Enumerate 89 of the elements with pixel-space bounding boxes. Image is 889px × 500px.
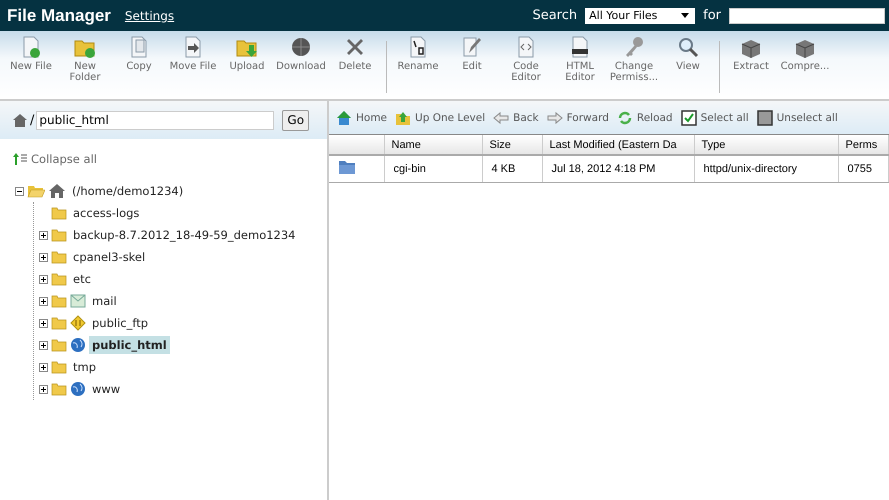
collapse-icon (13, 153, 27, 165)
home-icon (12, 112, 28, 128)
tree-item[interactable]: www (89, 380, 124, 398)
home-icon (48, 183, 66, 199)
toolbar-button[interactable]: View (661, 35, 715, 72)
toolbar-button[interactable]: Change Permiss... (607, 35, 661, 83)
nav-button[interactable]: Home (334, 110, 390, 126)
tree-item[interactable]: mail (89, 292, 120, 310)
folder-icon (51, 338, 67, 352)
folder-icon (338, 160, 356, 175)
tree-item[interactable]: cpanel3-skel (70, 248, 148, 266)
caret-icon (681, 13, 690, 18)
go-button[interactable]: Go (282, 110, 310, 130)
app-title: File Manager (7, 6, 111, 26)
table-cell: cgi-bin (384, 155, 482, 182)
search-field[interactable] (729, 8, 885, 24)
folder-icon (51, 206, 67, 220)
toolbar-button[interactable]: Code Editor (499, 35, 553, 83)
nav-button[interactable]: Forward (544, 110, 611, 126)
toolbar-button[interactable]: Edit (445, 35, 499, 72)
checkbox-icon (756, 110, 773, 126)
toolbar-button[interactable]: Rename (391, 35, 445, 72)
globe-icon (70, 337, 86, 353)
globe-icon (289, 35, 313, 59)
tree-toggle[interactable] (39, 274, 48, 284)
tree-toggle[interactable] (39, 296, 48, 306)
scope-dropdown[interactable]: All Your Files (585, 8, 696, 24)
tree-toggle[interactable] (39, 318, 48, 328)
nav-button[interactable]: Select all (678, 110, 751, 126)
back-arrow-icon (493, 110, 510, 126)
nav-button[interactable]: Unselect all (754, 110, 840, 126)
column-header[interactable]: Last Modified (Eastern Da (542, 135, 694, 155)
nav-button[interactable]: Reload (614, 110, 675, 126)
toolbar-button[interactable]: Copy (112, 35, 166, 72)
reload-icon (616, 110, 633, 126)
nav-button[interactable]: Up One Level (393, 110, 488, 126)
open-folder-icon (27, 184, 45, 198)
collapse-all-link[interactable]: Collapse all (13, 152, 327, 166)
tree-item[interactable]: tmp (70, 358, 100, 376)
toolbar-button[interactable]: New File (4, 35, 58, 72)
folder-icon (51, 360, 67, 374)
globe-icon (70, 381, 86, 397)
table-cell: httpd/unix-directory (694, 155, 838, 182)
column-header[interactable]: Perms (838, 135, 888, 155)
toolbar-button[interactable]: New Folder (58, 35, 112, 83)
column-header[interactable]: Type (694, 135, 838, 155)
checkbox-icon (680, 110, 697, 126)
toolbar-button[interactable]: Delete (328, 35, 382, 72)
column-header[interactable]: Name (384, 135, 482, 155)
folder-icon (51, 272, 67, 286)
folder-up-icon (395, 110, 412, 126)
for-label: for (703, 8, 721, 23)
tree-item[interactable]: etc (70, 270, 94, 288)
column-header[interactable]: Size (482, 135, 542, 155)
toolbar-button[interactable]: Move File (166, 35, 220, 72)
folder-icon (51, 382, 67, 396)
folder-icon (51, 294, 67, 308)
transfer-icon (70, 315, 86, 331)
path-field[interactable]: public_html (36, 110, 274, 130)
tree-toggle[interactable] (39, 252, 48, 262)
table-cell: 4 KB (482, 155, 542, 182)
folder-icon (51, 316, 67, 330)
tree-toggle[interactable] (39, 340, 48, 350)
nav-button[interactable]: Back (491, 110, 541, 126)
settings-link[interactable]: Settings (124, 8, 174, 22)
tree-toggle[interactable] (15, 186, 24, 196)
search-label: Search (532, 8, 578, 23)
tree-toggle[interactable] (39, 230, 48, 240)
toolbar-button[interactable]: Extract (724, 35, 778, 72)
table-cell: Jul 18, 2012 4:18 PM (542, 155, 694, 182)
toolbar-button[interactable]: HTML Editor (553, 35, 607, 83)
tree-toggle[interactable] (39, 362, 48, 372)
table-cell: 0755 (838, 155, 888, 182)
search-icon (676, 35, 700, 59)
home-icon (336, 110, 352, 126)
tree-toggle[interactable] (39, 384, 48, 394)
tree-item[interactable]: backup-8.7.2012_18-49-59_demo1234 (70, 226, 299, 244)
folder-icon (51, 250, 67, 264)
path-separator: / (30, 112, 34, 128)
toolbar-button[interactable]: Compre... (778, 35, 832, 72)
envelope-icon (70, 294, 86, 308)
tree-item[interactable]: public_html (89, 336, 170, 354)
toolbar-button[interactable]: Upload (220, 35, 274, 72)
tree-item[interactable]: (/home/demo1234) (69, 182, 186, 200)
tree-item[interactable]: public_ftp (89, 314, 152, 332)
tree-item[interactable]: access-logs (70, 204, 142, 222)
forward-arrow-icon (546, 110, 563, 126)
toolbar-button[interactable]: Download (274, 35, 328, 72)
folder-icon (51, 228, 67, 242)
